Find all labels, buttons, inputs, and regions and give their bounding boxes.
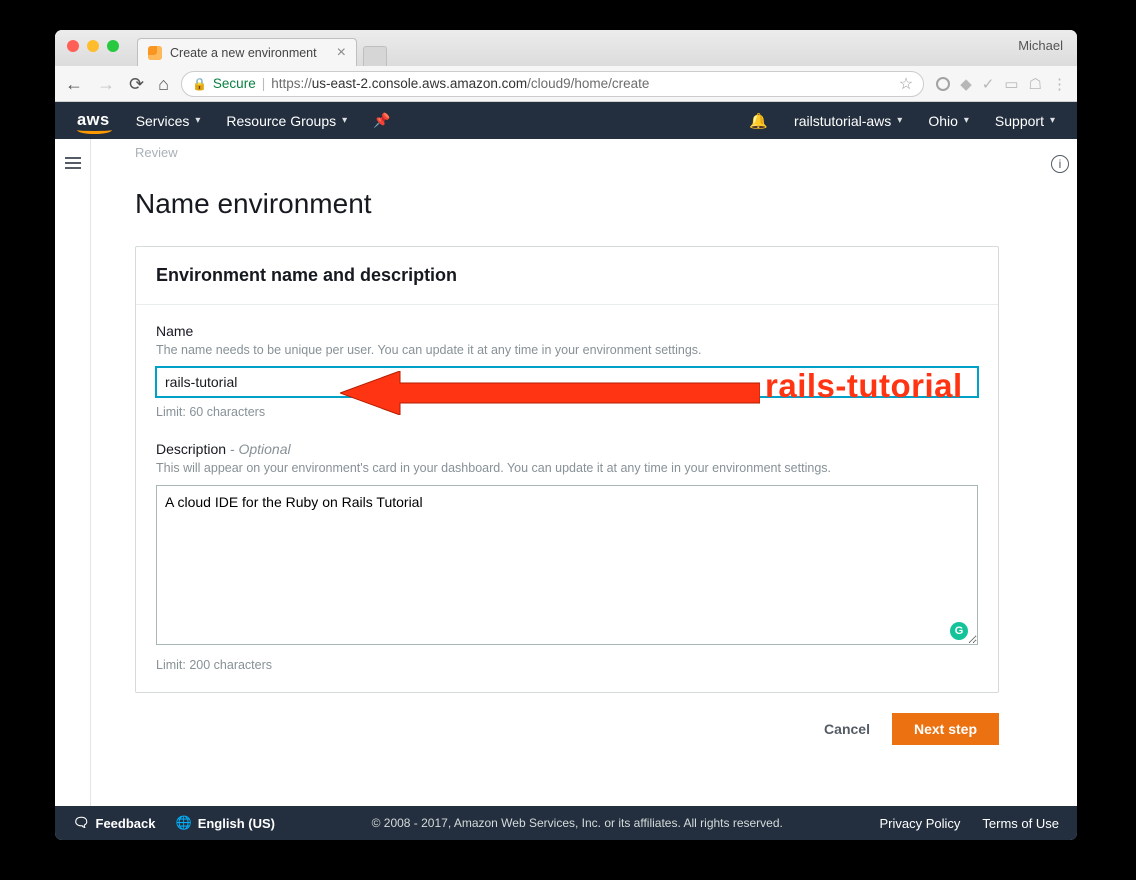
- terms-link[interactable]: Terms of Use: [982, 816, 1059, 831]
- pin-icon[interactable]: 📌: [373, 112, 390, 129]
- nav-home-icon[interactable]: ⌂: [158, 75, 169, 93]
- nav-region[interactable]: Ohio▾: [928, 113, 969, 129]
- wizard-step-review: Review: [135, 145, 999, 160]
- extension-icon[interactable]: ◆: [960, 75, 972, 93]
- name-help: The name needs to be unique per user. Yo…: [156, 343, 978, 357]
- app-body: Review Name environment Environment name…: [55, 139, 1077, 806]
- chevron-down-icon: ▾: [195, 115, 200, 126]
- new-tab-button[interactable]: [363, 46, 387, 66]
- chevron-down-icon: ▾: [897, 115, 902, 126]
- extension-icon[interactable]: ☖: [1029, 75, 1042, 93]
- nav-back-icon[interactable]: ←: [65, 75, 83, 93]
- name-label: Name: [156, 323, 978, 339]
- url-text: https://us-east-2.console.aws.amazon.com…: [271, 76, 649, 91]
- desc-limit: Limit: 200 characters: [156, 658, 978, 672]
- footer-copyright: © 2008 - 2017, Amazon Web Services, Inc.…: [372, 816, 783, 830]
- info-rail: i: [1043, 139, 1077, 806]
- nav-forward-icon: →: [97, 75, 115, 93]
- browser-tab[interactable]: Create a new environment ×: [137, 38, 357, 66]
- extension-icon[interactable]: [936, 77, 950, 91]
- grammarly-icon[interactable]: G: [950, 622, 968, 640]
- browser-profile-name[interactable]: Michael: [1018, 38, 1063, 53]
- desc-help: This will appear on your environment's c…: [156, 461, 978, 475]
- nav-services[interactable]: Services▾: [136, 113, 201, 129]
- speech-bubble-icon: 🗨: [73, 815, 90, 831]
- traffic-lights: [67, 40, 119, 52]
- browser-toolbar: ← → ⟳ ⌂ 🔒 Secure | https://us-east-2.con…: [55, 66, 1077, 102]
- env-name-input[interactable]: [156, 367, 978, 397]
- main-content: Review Name environment Environment name…: [91, 139, 1043, 806]
- lock-icon: 🔒: [192, 77, 207, 91]
- chevron-down-icon: ▾: [342, 115, 347, 126]
- info-icon[interactable]: i: [1051, 155, 1069, 173]
- sidebar-toggle-icon[interactable]: [65, 157, 81, 169]
- tab-favicon: [148, 46, 162, 60]
- wizard-buttons: Cancel Next step: [135, 713, 999, 745]
- browser-menu-icon[interactable]: ⋮: [1052, 75, 1067, 93]
- extension-icon[interactable]: ✓: [982, 75, 995, 93]
- feedback-link[interactable]: 🗨 Feedback: [73, 815, 156, 831]
- left-rail: [55, 139, 91, 806]
- window-minimize-button[interactable]: [87, 40, 99, 52]
- secure-label: Secure: [213, 76, 256, 91]
- tab-close-icon[interactable]: ×: [337, 45, 346, 61]
- nav-account[interactable]: railstutorial-aws▾: [794, 113, 902, 129]
- address-bar[interactable]: 🔒 Secure | https://us-east-2.console.aws…: [181, 71, 924, 97]
- aws-footer: 🗨 Feedback 🌐 English (US) © 2008 - 2017,…: [55, 806, 1077, 840]
- window-titlebar: Create a new environment × Michael: [55, 30, 1077, 66]
- chevron-down-icon: ▾: [964, 115, 969, 126]
- window-maximize-button[interactable]: [107, 40, 119, 52]
- privacy-link[interactable]: Privacy Policy: [879, 816, 960, 831]
- panel-heading: Environment name and description: [156, 265, 978, 286]
- bookmark-star-icon[interactable]: ☆: [899, 74, 913, 94]
- name-limit: Limit: 60 characters: [156, 405, 978, 419]
- env-desc-textarea[interactable]: [156, 485, 978, 645]
- nav-support[interactable]: Support▾: [995, 113, 1055, 129]
- browser-window: Create a new environment × Michael ← → ⟳…: [55, 30, 1077, 840]
- globe-icon: 🌐: [176, 815, 192, 831]
- aws-top-nav: aws Services▾ Resource Groups▾ 📌 🔔 rails…: [55, 102, 1077, 139]
- aws-logo[interactable]: aws: [77, 111, 110, 130]
- window-close-button[interactable]: [67, 40, 79, 52]
- chevron-down-icon: ▾: [1050, 115, 1055, 126]
- nav-reload-icon[interactable]: ⟳: [129, 75, 144, 93]
- panel-header: Environment name and description: [136, 247, 998, 305]
- nav-resource-groups[interactable]: Resource Groups▾: [226, 113, 347, 129]
- page-title: Name environment: [135, 188, 999, 220]
- env-panel: Environment name and description Name Th…: [135, 246, 999, 693]
- notifications-icon[interactable]: 🔔: [749, 112, 768, 130]
- tab-title: Create a new environment: [170, 46, 317, 60]
- desc-label: Description - Optional: [156, 441, 978, 457]
- extension-icons: ◆ ✓ ▭ ☖ ⋮: [936, 75, 1067, 93]
- extension-icon[interactable]: ▭: [1004, 75, 1018, 93]
- cancel-button[interactable]: Cancel: [816, 715, 878, 743]
- language-selector[interactable]: 🌐 English (US): [176, 815, 275, 831]
- next-step-button[interactable]: Next step: [892, 713, 999, 745]
